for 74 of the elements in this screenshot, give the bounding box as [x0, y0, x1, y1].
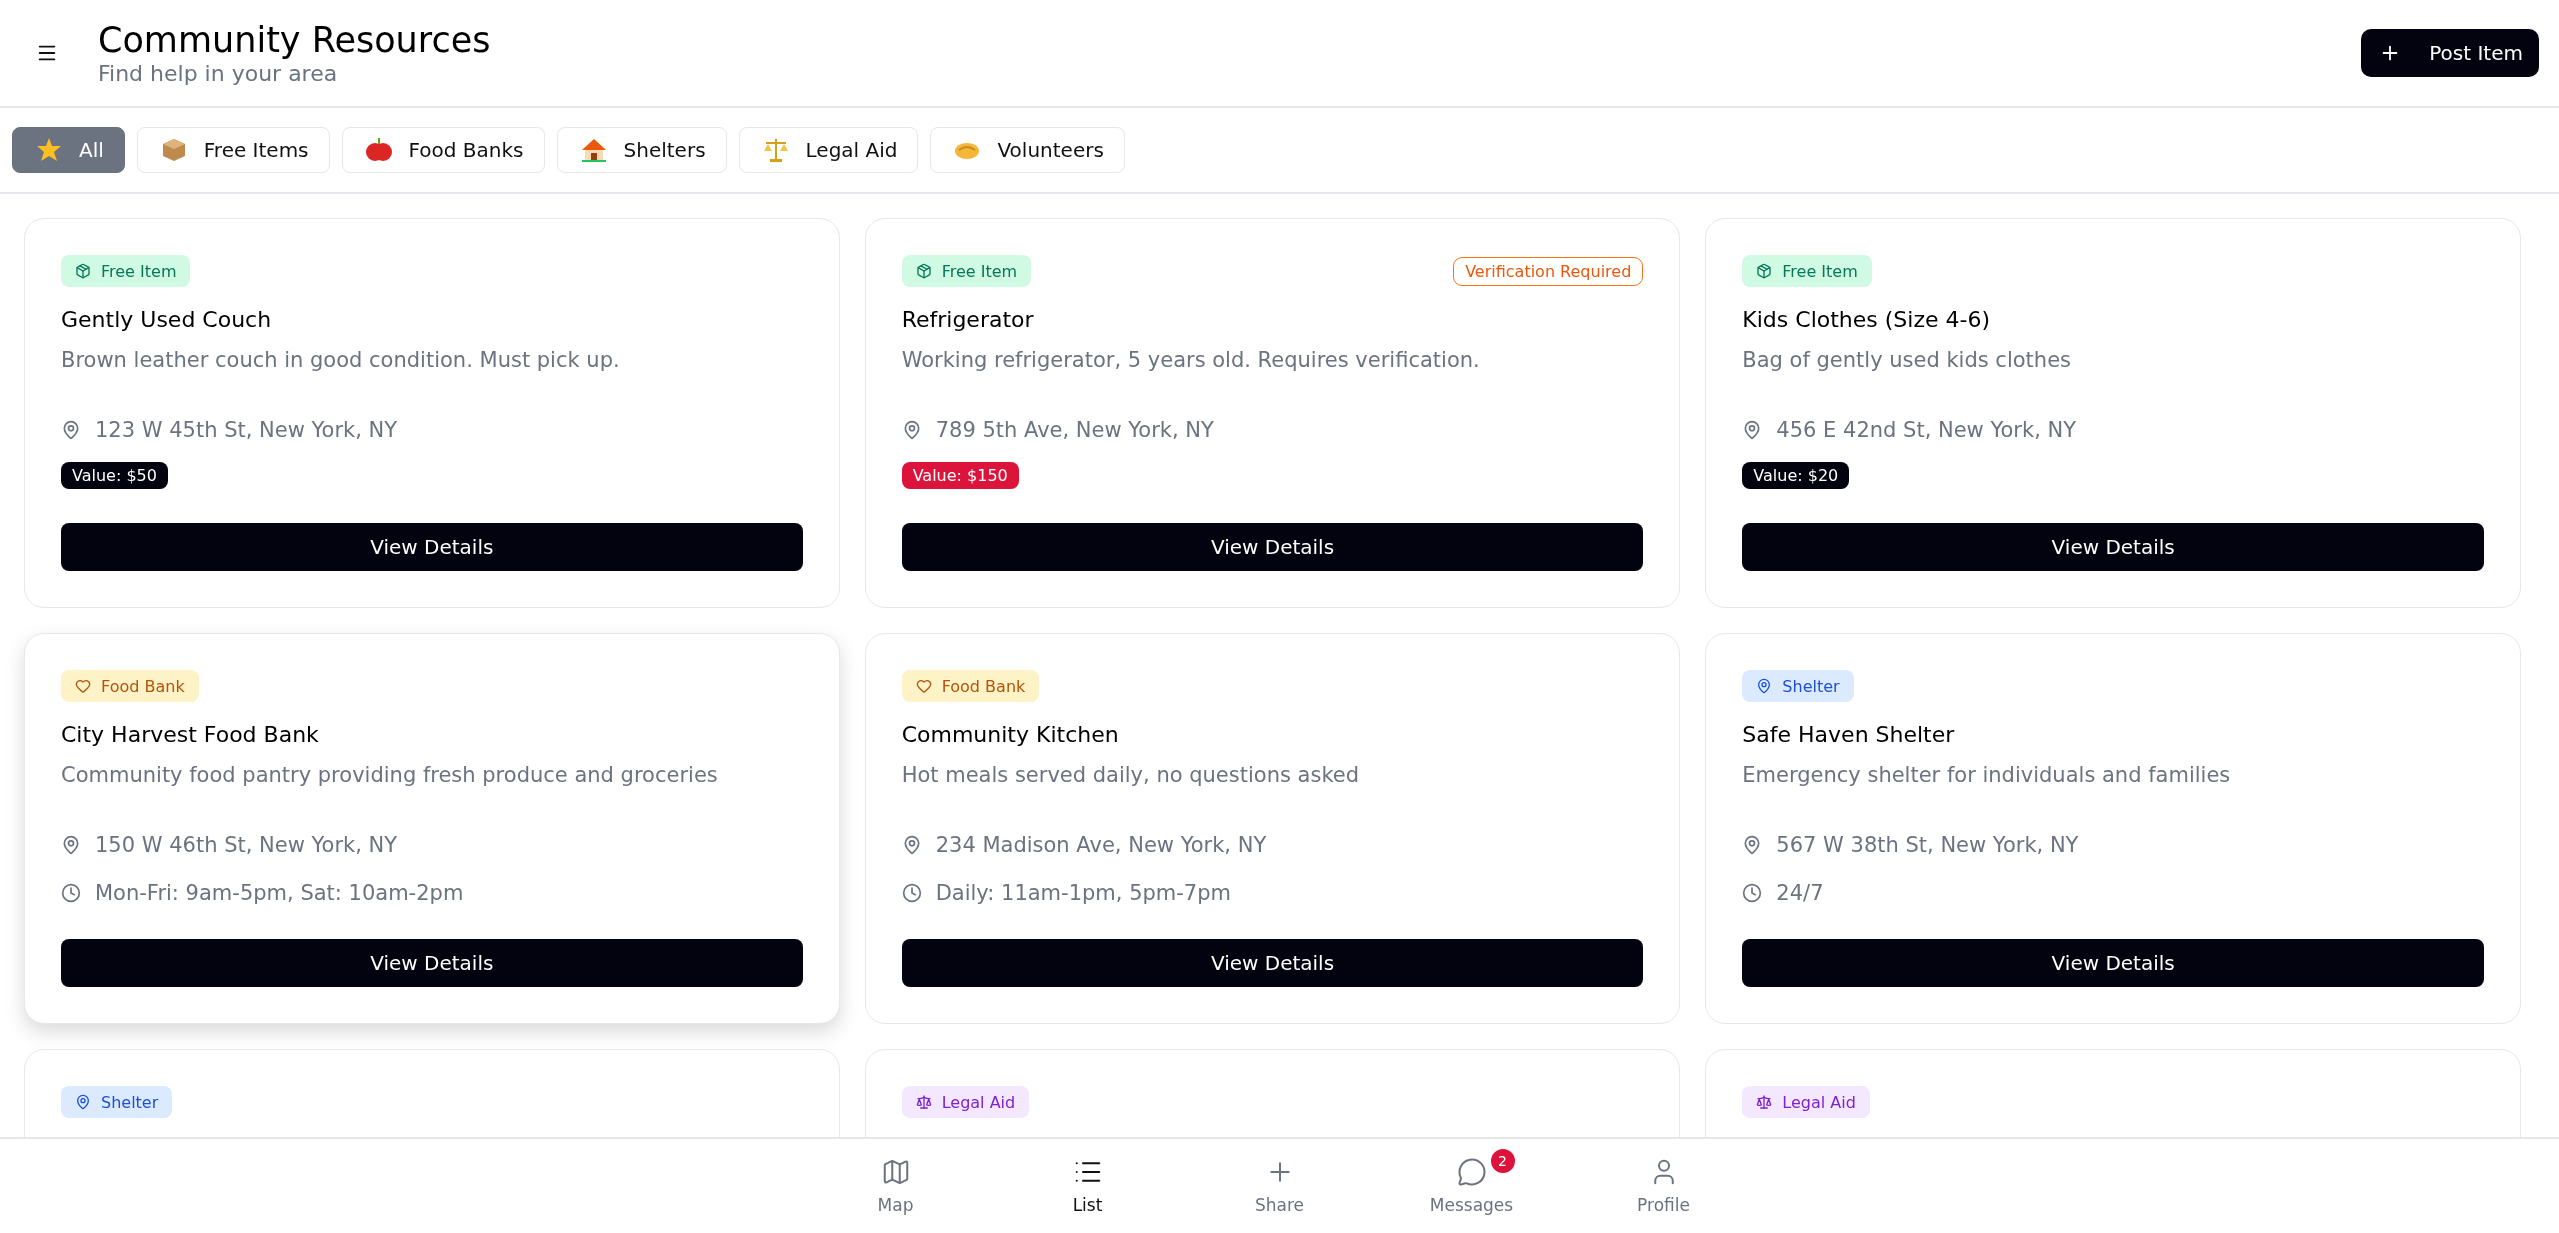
nav-tab[interactable]: 2 Messages: [1375, 1139, 1568, 1233]
scales-icon: [761, 136, 790, 164]
heart-icon: [75, 678, 91, 694]
filter-chip[interactable]: Shelters: [556, 127, 727, 173]
clock-icon: [1742, 883, 1763, 903]
card-description: Brown leather couch in good condition. Must pick up.: [61, 348, 621, 372]
hours-text: 24/7: [1776, 881, 1824, 905]
pin-icon: [61, 420, 81, 440]
filter-chip[interactable]: Free Items: [136, 127, 330, 173]
card-description: Emergency shelter for individuals and families: [1742, 763, 2232, 787]
card-description: Community food pantry providing fresh produce and groceries: [61, 763, 719, 787]
nav-tab[interactable]: Map: [799, 1139, 992, 1233]
filter-chip[interactable]: Food Banks: [341, 127, 545, 173]
nav-tab[interactable]: Share: [1183, 1139, 1376, 1233]
address-text: 456 E 42nd St, New York, NY: [1776, 418, 2077, 442]
category-tag: Legal Aid: [901, 1086, 1030, 1118]
address-text: 789 5th Ave, New York, NY: [935, 418, 1214, 442]
view-details-button[interactable]: View Details: [901, 523, 1644, 571]
category-tag: Legal Aid: [1742, 1086, 1870, 1118]
filter-chip[interactable]: Legal Aid: [738, 127, 919, 173]
clock-icon: [901, 883, 922, 903]
unread-count: 2: [1490, 1149, 1515, 1173]
value-badge: Value: $50: [61, 462, 168, 489]
hours-text: Mon-Fri: 9am-5pm, Sat: 10am-2pm: [95, 881, 464, 905]
value-badge: Value: $20: [1742, 462, 1850, 489]
post-item-button[interactable]: Post Item: [2361, 29, 2539, 77]
address-text: 150 W 46th St, New York, NY: [95, 833, 398, 857]
card-title: Community Kitchen: [901, 722, 1120, 747]
pin-icon: [1756, 678, 1773, 694]
card-description: Working refrigerator, 5 years old. Requires verification.: [901, 348, 1481, 372]
card-title: Kids Clothes (Size 4-6): [1742, 307, 1992, 332]
category-tag: Shelter: [61, 1086, 173, 1118]
nav-tab[interactable]: List: [991, 1139, 1184, 1233]
box-icon: [915, 263, 932, 279]
card-title: Safe Haven Shelter: [1742, 722, 1956, 747]
address-text: 123 W 45th St, New York, NY: [95, 418, 398, 442]
category-tag: Free Item: [901, 255, 1032, 287]
card-title: City Harvest Food Bank: [61, 722, 320, 747]
card-description: Hot meals served daily, no questions asked: [901, 763, 1361, 787]
view-details-button[interactable]: View Details: [1742, 523, 2484, 571]
category-tag: Free Item: [61, 255, 191, 287]
address-text: 234 Madison Ave, New York, NY: [935, 833, 1267, 857]
apple-icon: [364, 136, 393, 164]
house-icon: [579, 136, 608, 164]
nav-tab[interactable]: Profile: [1567, 1139, 1760, 1233]
category-tag: Food Bank: [901, 670, 1040, 702]
page-title: Community Resources: [98, 20, 492, 61]
hours-text: Daily: 11am-1pm, 5pm-7pm: [935, 881, 1231, 905]
view-details-button[interactable]: View Details: [901, 939, 1644, 987]
value-badge: Value: $150: [901, 462, 1019, 489]
category-tag: Food Bank: [61, 670, 199, 702]
chat-icon: [1456, 1157, 1487, 1187]
card-description: Bag of gently used kids clothes: [1742, 348, 2072, 372]
filter-chip[interactable]: All: [12, 127, 125, 173]
view-details-button[interactable]: View Details: [1742, 939, 2484, 987]
box-icon: [1756, 263, 1773, 279]
pin-icon: [75, 1094, 91, 1110]
filter-chip[interactable]: Volunteers: [930, 127, 1125, 173]
card-title: Gently Used Couch: [61, 307, 273, 332]
scales-icon: [1756, 1094, 1773, 1110]
clock-icon: [61, 883, 81, 903]
star-icon: [35, 136, 63, 164]
scales-icon: [915, 1094, 932, 1110]
pin-icon: [61, 835, 81, 855]
box-icon: [75, 263, 91, 279]
card-title: Refrigerator: [901, 307, 1035, 332]
view-details-button[interactable]: View Details: [61, 939, 803, 987]
page-subtitle: Find help in your area: [98, 60, 339, 86]
category-tag: Free Item: [1742, 255, 1872, 287]
view-details-button[interactable]: View Details: [61, 523, 803, 571]
verification-badge: Verification Required: [1453, 256, 1644, 286]
address-text: 567 W 38th St, New York, NY: [1776, 833, 2079, 857]
category-tag: Shelter: [1742, 670, 1854, 702]
heart-icon: [915, 678, 932, 694]
